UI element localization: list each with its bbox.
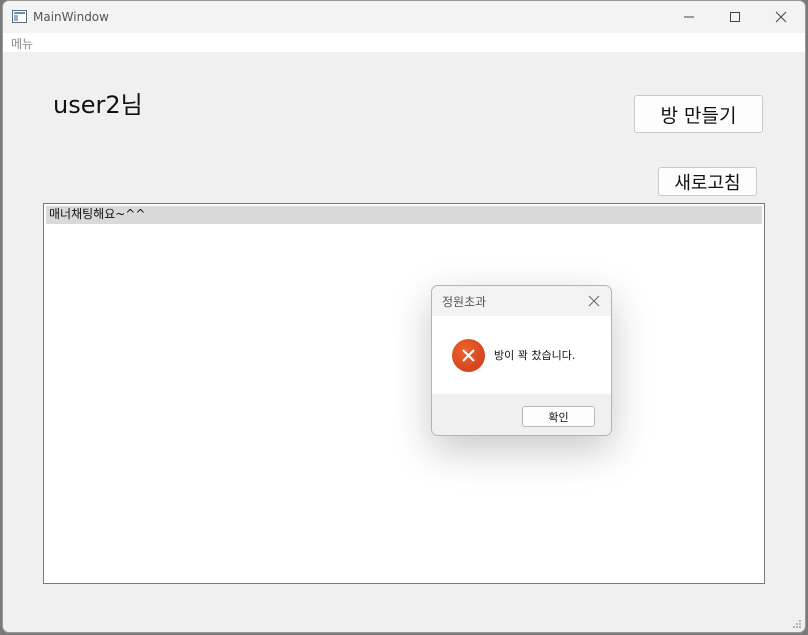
menu-item-menu[interactable]: 메뉴 [11,35,33,52]
close-icon [775,11,787,23]
create-room-button[interactable]: 방 만들기 [634,95,763,133]
main-window: MainWindow 메뉴 user2님 방 만들기 새로고침 매너채팅해요~^… [2,0,806,633]
dialog-body: 방이 꽉 찼습니다. [432,316,611,394]
app-icon [12,10,27,23]
user-greeting: user2님 [53,91,143,119]
menu-bar: 메뉴 [3,33,805,52]
dialog-footer: 확인 [432,394,611,435]
title-bar[interactable]: MainWindow [3,1,805,33]
minimize-icon [684,16,694,18]
dialog-title: 정원초과 [442,295,487,309]
room-list[interactable]: 매너채팅해요~^^ [43,203,765,584]
refresh-button[interactable]: 새로고침 [658,167,757,196]
window-title: MainWindow [33,10,109,24]
maximize-icon [730,12,740,22]
ok-button[interactable]: 확인 [522,406,595,427]
dialog-message: 방이 꽉 찼습니다. [494,349,576,362]
list-item[interactable]: 매너채팅해요~^^ [46,206,762,224]
dialog-title-bar[interactable]: 정원초과 [432,286,611,316]
close-button[interactable] [758,1,804,33]
error-dialog: 정원초과 방이 꽉 찼습니다. 확인 [431,285,612,436]
minimize-button[interactable] [666,1,712,33]
maximize-button[interactable] [712,1,758,33]
resize-grip-icon[interactable] [792,619,802,629]
close-icon[interactable] [586,293,602,309]
error-icon [452,339,485,372]
